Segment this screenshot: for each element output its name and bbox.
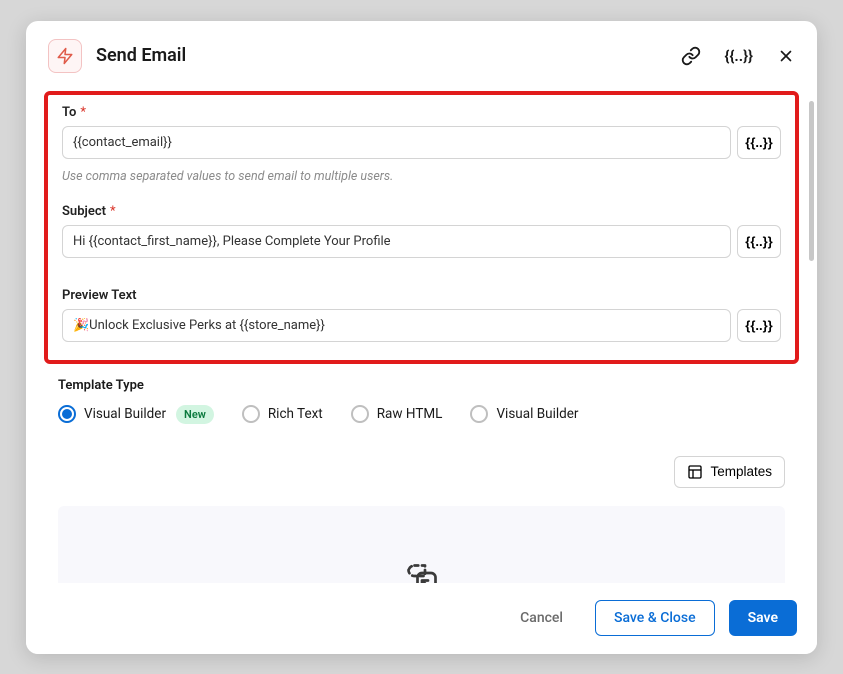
modal-title: Send Email (96, 45, 667, 66)
radio-label: Raw HTML (377, 406, 443, 422)
templates-button[interactable]: Templates (674, 456, 785, 488)
modal-header: Send Email {{..}} (26, 21, 817, 91)
template-type-section: Template Type Visual Builder New Rich Te… (44, 372, 799, 424)
preview-field-group: Preview Text {{..}} (62, 288, 781, 342)
to-field-group: To * {{..}} Use comma separated values to… (62, 105, 781, 184)
to-token-button[interactable]: {{..}} (737, 126, 781, 159)
radio-visual-builder[interactable]: Visual Builder (470, 405, 578, 423)
subject-field-group: Subject * {{..}} (62, 204, 781, 258)
subject-input[interactable] (62, 225, 731, 258)
required-asterisk: * (80, 105, 86, 120)
to-help-text: Use comma separated values to send email… (62, 169, 781, 184)
radio-icon (242, 405, 260, 423)
preview-input[interactable] (62, 309, 731, 342)
to-input[interactable] (62, 126, 731, 159)
to-label: To * (62, 105, 781, 120)
subject-label: Subject * (62, 204, 781, 219)
close-icon[interactable] (777, 47, 795, 65)
templates-button-row: Templates (44, 424, 799, 498)
radio-icon (351, 405, 369, 423)
preview-label: Preview Text (62, 288, 781, 303)
preview-token-button[interactable]: {{..}} (737, 309, 781, 342)
radio-visual-builder-new[interactable]: Visual Builder New (58, 405, 214, 424)
drop-area-icon (404, 561, 440, 583)
bolt-icon (48, 39, 82, 73)
radio-label: Visual Builder (496, 406, 578, 422)
link-icon[interactable] (681, 46, 701, 66)
save-button[interactable]: Save (729, 600, 797, 636)
radio-label: Rich Text (268, 406, 323, 422)
header-actions: {{..}} (681, 46, 795, 66)
highlighted-form-area: To * {{..}} Use comma separated values to… (44, 91, 799, 364)
builder-canvas[interactable] (58, 506, 785, 583)
modal-body: To * {{..}} Use comma separated values to… (26, 91, 817, 583)
subject-label-text: Subject (62, 204, 106, 219)
send-email-modal: Send Email {{..}} To* {{..}} Use (26, 21, 817, 654)
radio-raw-html[interactable]: Raw HTML (351, 405, 443, 423)
to-label-text: To (62, 105, 76, 120)
save-close-button[interactable]: Save & Close (595, 600, 715, 636)
radio-label: Visual Builder (84, 406, 166, 422)
radio-icon (58, 405, 76, 423)
new-badge: New (176, 405, 214, 424)
template-grid-icon (687, 464, 703, 480)
radio-icon (470, 405, 488, 423)
required-asterisk: * (110, 204, 116, 219)
token-icon[interactable]: {{..}} (725, 47, 753, 65)
radio-rich-text[interactable]: Rich Text (242, 405, 323, 423)
template-type-label: Template Type (58, 378, 785, 393)
cancel-button[interactable]: Cancel (502, 601, 581, 635)
templates-button-label: Templates (710, 464, 772, 479)
template-type-radio-row: Visual Builder New Rich Text Raw HTML Vi… (58, 405, 785, 424)
modal-footer: Cancel Save & Close Save (26, 583, 817, 654)
subject-token-button[interactable]: {{..}} (737, 225, 781, 258)
